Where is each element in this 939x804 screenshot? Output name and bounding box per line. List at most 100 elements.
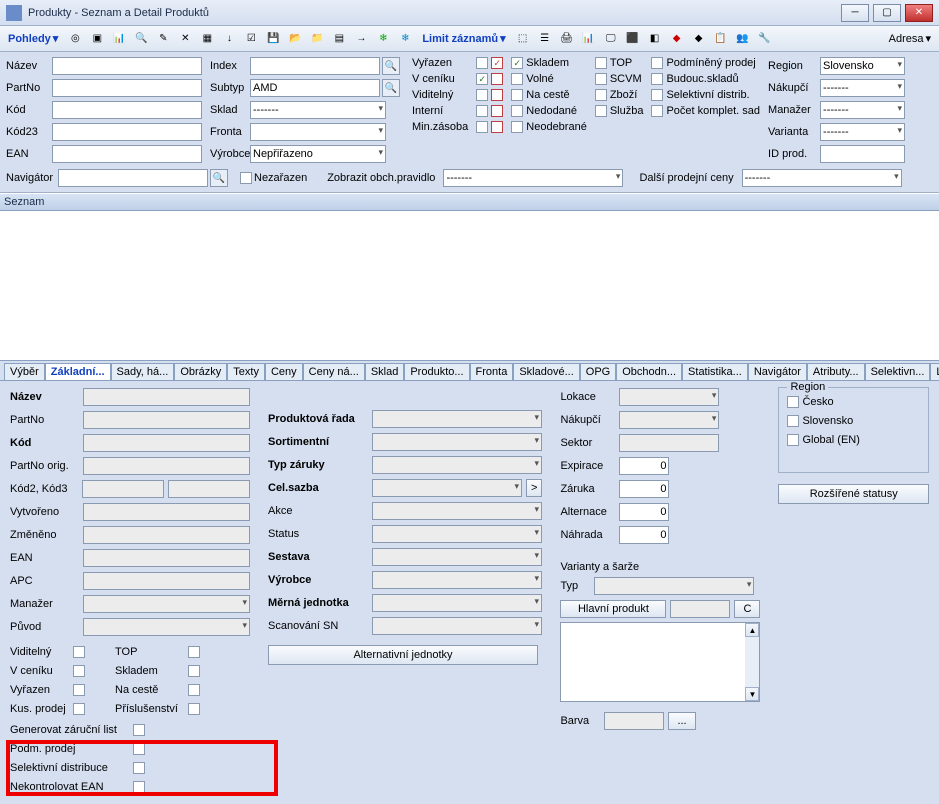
- input-idprod[interactable]: [820, 145, 905, 163]
- toolbar-icon-28[interactable]: 🔧: [756, 30, 774, 48]
- dd-vyrobce[interactable]: [372, 571, 542, 589]
- menu-limit[interactable]: Limit záznamů ▾: [418, 32, 509, 45]
- chk-budouc[interactable]: [651, 73, 663, 85]
- toolbar-icon-19[interactable]: 🖨: [558, 30, 576, 48]
- dchk-kusprodej[interactable]: [73, 703, 85, 715]
- tab-selektivn[interactable]: Selektivn...: [865, 363, 931, 380]
- toolbar-icon-1[interactable]: ◎: [66, 30, 84, 48]
- input-index[interactable]: [250, 57, 380, 75]
- menu-adresa[interactable]: Adresa ▾: [885, 32, 935, 45]
- btn-hlavni[interactable]: Hlavní produkt: [560, 600, 666, 618]
- chk-zbozi[interactable]: [595, 89, 607, 101]
- minimize-button[interactable]: ─: [841, 4, 869, 22]
- chk-vceniku-a[interactable]: [476, 73, 488, 85]
- chk-interni-a[interactable]: [476, 105, 488, 117]
- tab-statistika[interactable]: Statistika...: [682, 363, 748, 380]
- toolbar-icon-26[interactable]: 📋: [712, 30, 730, 48]
- chk-viditelny-b[interactable]: [491, 89, 503, 101]
- dd-akce[interactable]: [372, 502, 542, 520]
- select-varianta[interactable]: -------: [820, 123, 905, 141]
- di-partno[interactable]: [83, 411, 250, 429]
- toolbar-icon-25[interactable]: ◆: [690, 30, 708, 48]
- dd-nakupci[interactable]: [619, 411, 719, 429]
- dd-puvod[interactable]: [83, 618, 250, 636]
- toolbar-icon-22[interactable]: ⬛: [624, 30, 642, 48]
- select-zobrazit[interactable]: -------: [443, 169, 623, 187]
- tab-cenyna[interactable]: Ceny ná...: [303, 363, 365, 380]
- chk-nezarazen[interactable]: [240, 172, 252, 184]
- btn-celsazba-more[interactable]: >: [526, 479, 542, 497]
- toolbar-icon-11[interactable]: 📂: [286, 30, 304, 48]
- di-kod2[interactable]: [82, 480, 164, 498]
- btn-alt-units[interactable]: Alternativní jednotky: [268, 645, 538, 665]
- input-navigator[interactable]: [58, 169, 208, 187]
- toolbar-icon-24[interactable]: ◆: [668, 30, 686, 48]
- chk-minzasoba-b[interactable]: [491, 121, 503, 133]
- tab-skladove[interactable]: Skladové...: [513, 363, 579, 380]
- di-kod[interactable]: [83, 434, 250, 452]
- toolbar-icon-8[interactable]: ↓: [220, 30, 238, 48]
- toolbar-icon-18[interactable]: ☰: [536, 30, 554, 48]
- dchk-top[interactable]: [188, 646, 200, 658]
- input-kod23[interactable]: [52, 123, 202, 141]
- tab-licence[interactable]: Licence: [930, 363, 939, 380]
- dd-scan[interactable]: [372, 617, 542, 635]
- btn-barva-pick[interactable]: ...: [668, 712, 695, 730]
- dd-merna[interactable]: [372, 594, 542, 612]
- tab-sady[interactable]: Sady, há...: [111, 363, 175, 380]
- chk-region-en[interactable]: [787, 434, 799, 446]
- toolbar-icon-23[interactable]: ◧: [646, 30, 664, 48]
- tab-atributy[interactable]: Atributy...: [807, 363, 865, 380]
- select-fronta[interactable]: [250, 123, 386, 141]
- btn-rozsirene[interactable]: Rozšířené statusy: [778, 484, 929, 504]
- dd-status[interactable]: [372, 525, 542, 543]
- tab-ceny[interactable]: Ceny: [265, 363, 303, 380]
- toolbar-icon-6[interactable]: ✕: [176, 30, 194, 48]
- toolbar-icon-9[interactable]: ☑: [242, 30, 260, 48]
- tab-obchodn[interactable]: Obchodn...: [616, 363, 682, 380]
- dd-sort[interactable]: [372, 433, 542, 451]
- chk-interni-b[interactable]: [491, 105, 503, 117]
- chk-selektivni[interactable]: [651, 89, 663, 101]
- select-vyrobce[interactable]: Nepřiřazeno: [250, 145, 386, 163]
- dchk-generovat[interactable]: [133, 724, 145, 736]
- scroll-up-icon[interactable]: ▲: [745, 623, 759, 637]
- toolbar-icon-21[interactable]: 🖵: [602, 30, 620, 48]
- chk-viditelny-a[interactable]: [476, 89, 488, 101]
- di-alternace[interactable]: [619, 503, 669, 521]
- dd-celsazba[interactable]: [372, 479, 522, 497]
- menu-pohledy[interactable]: Pohledy ▾: [4, 32, 62, 45]
- tab-produkto[interactable]: Produkto...: [404, 363, 469, 380]
- close-button[interactable]: ✕: [905, 4, 933, 22]
- dchk-viditelny[interactable]: [73, 646, 85, 658]
- tab-texty[interactable]: Texty: [227, 363, 265, 380]
- chk-podmineny[interactable]: [651, 57, 663, 69]
- di-vytvoreno[interactable]: [83, 503, 250, 521]
- maximize-button[interactable]: ▢: [873, 4, 901, 22]
- chk-sluzba[interactable]: [595, 105, 607, 117]
- di-zmeneno[interactable]: [83, 526, 250, 544]
- chk-volne[interactable]: [511, 73, 523, 85]
- select-sklad[interactable]: -------: [250, 101, 386, 119]
- search-index-button[interactable]: 🔍: [382, 57, 400, 75]
- dd-sestava[interactable]: [372, 548, 542, 566]
- chk-nedodane[interactable]: [511, 105, 523, 117]
- select-manazer[interactable]: -------: [820, 101, 905, 119]
- tab-vyber[interactable]: Výběr: [4, 363, 45, 380]
- di-zaruka[interactable]: [619, 480, 669, 498]
- di-expirace[interactable]: [619, 457, 669, 475]
- tab-obrazky[interactable]: Obrázky: [174, 363, 227, 380]
- di-nazev[interactable]: [83, 388, 250, 406]
- di-partno-orig[interactable]: [83, 457, 250, 475]
- toolbar-icon-27[interactable]: 👥: [734, 30, 752, 48]
- search-navigator-button[interactable]: 🔍: [210, 169, 228, 187]
- tab-sklad[interactable]: Sklad: [365, 363, 405, 380]
- list-area[interactable]: [0, 211, 939, 361]
- dchk-prislusenstvi[interactable]: [188, 703, 200, 715]
- chk-vyrazen-b[interactable]: [491, 57, 503, 69]
- search-subtyp-button[interactable]: 🔍: [382, 79, 400, 97]
- chk-top[interactable]: [595, 57, 607, 69]
- chk-neodebrane[interactable]: [511, 121, 523, 133]
- tab-navigator[interactable]: Navigátor: [748, 363, 807, 380]
- dchk-vceniku[interactable]: [73, 665, 85, 677]
